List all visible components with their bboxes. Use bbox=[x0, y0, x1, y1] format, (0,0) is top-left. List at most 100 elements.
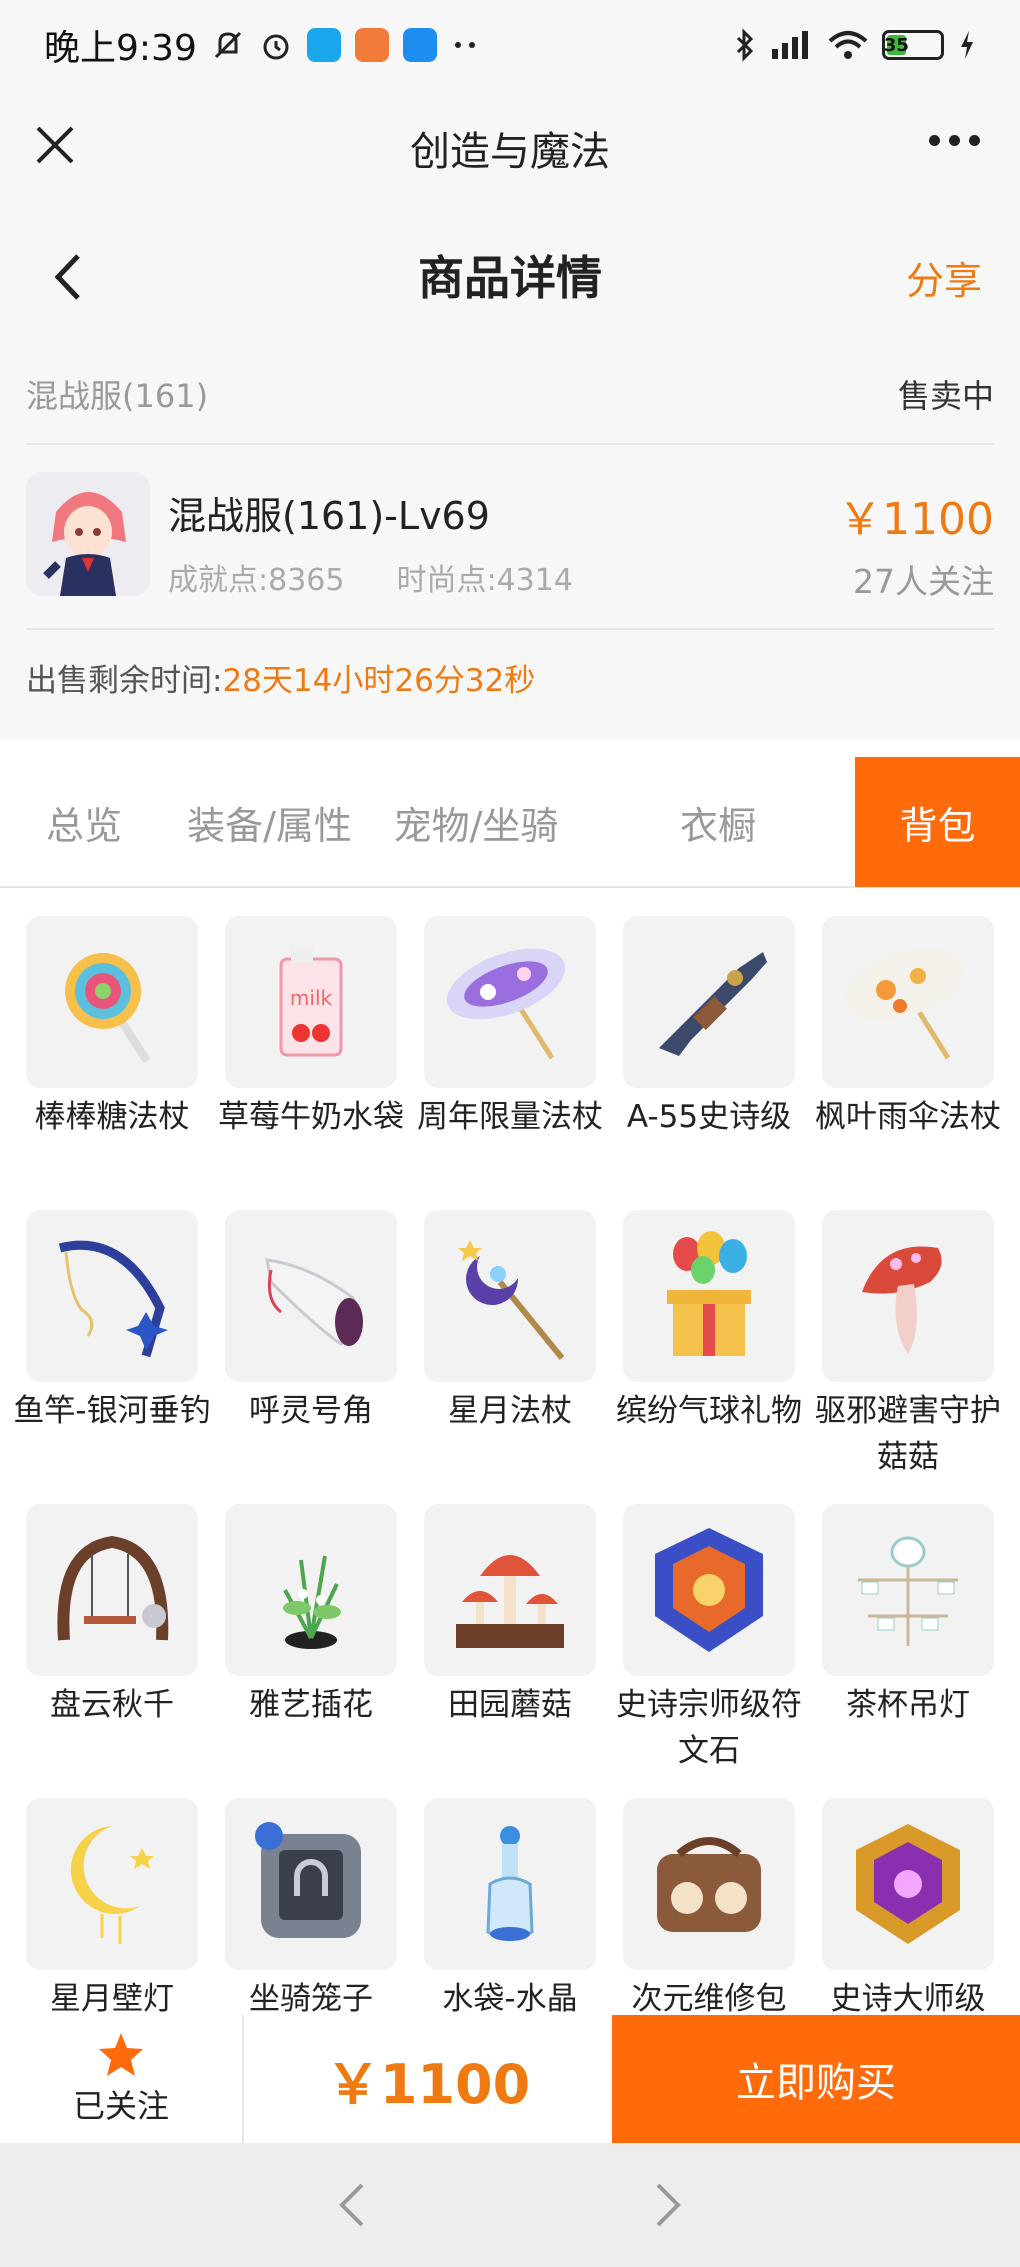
grid-item[interactable]: 棒棒糖法杖 bbox=[26, 916, 198, 1140]
buy-now-button[interactable]: 立即购买 bbox=[612, 2015, 1020, 2143]
item-label: 史诗宗师级符文石 bbox=[616, 1687, 802, 1769]
item-label: 坐骑笼子 bbox=[249, 1981, 373, 2017]
garden-mushroom-icon bbox=[424, 1504, 596, 1676]
bottom-price: ￥1100 bbox=[325, 2052, 531, 2116]
grid-item[interactable]: A-55史诗级 bbox=[623, 916, 795, 1140]
grid-item[interactable]: 次元维修包 bbox=[623, 1798, 795, 2020]
page-title: 商品详情 bbox=[418, 251, 602, 305]
follow-label: 已关注 bbox=[72, 2087, 169, 2125]
grid-item[interactable]: 缤纷气球礼物 bbox=[616, 1210, 802, 1434]
bottom-action-bar: 已关注 ￥1100 立即购买 bbox=[0, 2015, 1020, 2143]
moon-staff-icon bbox=[424, 1210, 596, 1382]
bluetooth-icon bbox=[734, 28, 756, 62]
mute-icon bbox=[211, 28, 245, 62]
backpack-grid: 棒棒糖法杖 milk 草莓牛奶水袋 周年限量法杖 A-55史诗级 枫叶雨伞法杖 … bbox=[0, 890, 1020, 2020]
balloon-gift-icon bbox=[623, 1210, 795, 1382]
battery-indicator: 35 bbox=[882, 30, 944, 60]
follow-button[interactable]: 已关注 bbox=[0, 2015, 244, 2143]
grid-item[interactable]: 坐骑笼子 bbox=[225, 1798, 397, 2020]
charging-icon bbox=[958, 29, 976, 61]
grid-item[interactable]: 驱邪避害守护菇菇 bbox=[815, 1210, 1001, 1480]
strawberry-milk-icon: milk bbox=[225, 916, 397, 1088]
listing-item[interactable]: 混战服(161)-Lv69 成就点:8365 时尚点:4314 ￥1100 27… bbox=[26, 445, 994, 630]
item-price: ￥1100 bbox=[838, 494, 994, 545]
svg-text:milk: milk bbox=[290, 986, 333, 1010]
grid-item[interactable]: milk 草莓牛奶水袋 bbox=[218, 916, 404, 1140]
battery-level: 35 bbox=[883, 34, 909, 56]
tab-equipment[interactable]: 装备/属性 bbox=[168, 757, 371, 887]
item-label: 周年限量法杖 bbox=[417, 1099, 603, 1135]
grid-item[interactable]: 周年限量法杖 bbox=[417, 916, 603, 1140]
rune-stone-icon bbox=[623, 1504, 795, 1676]
grid-item[interactable]: 鱼竿-银河垂钓 bbox=[13, 1210, 211, 1434]
item-label: 茶杯吊灯 bbox=[846, 1687, 970, 1723]
follower-count: 27人关注 bbox=[853, 562, 994, 601]
item-label: 棒棒糖法杖 bbox=[34, 1099, 190, 1135]
grid-item[interactable]: 枫叶雨伞法杖 bbox=[815, 916, 1001, 1140]
tab-backpack[interactable]: 背包 bbox=[855, 757, 1020, 887]
item-label: 鱼竿-银河垂钓 bbox=[13, 1393, 211, 1429]
more-notifications-icon bbox=[451, 40, 481, 50]
item-label: 驱邪避害守护菇菇 bbox=[815, 1393, 1001, 1475]
item-label: 草莓牛奶水袋 bbox=[218, 1099, 404, 1135]
grid-item[interactable]: 雅艺插花 bbox=[225, 1504, 397, 1728]
page-header: 商品详情 分享 bbox=[0, 205, 1020, 345]
tab-overview[interactable]: 总览 bbox=[0, 757, 168, 887]
grid-item[interactable]: 星月法杖 bbox=[424, 1210, 596, 1434]
signal-icon bbox=[770, 29, 814, 61]
server-row: 混战服(161) 售卖中 bbox=[26, 345, 994, 445]
back-icon[interactable] bbox=[48, 250, 88, 305]
grid-item[interactable]: 田园蘑菇 bbox=[424, 1504, 596, 1728]
flower-arrangement-icon bbox=[225, 1504, 397, 1676]
moon-wall-lamp-icon bbox=[26, 1798, 198, 1970]
app-icon bbox=[402, 28, 437, 62]
status-badge: 售卖中 bbox=[897, 377, 994, 415]
maple-umbrella-icon bbox=[822, 916, 994, 1088]
avatar bbox=[26, 472, 150, 596]
item-label: 呼灵号角 bbox=[249, 1393, 373, 1429]
tab-pets-mounts[interactable]: 宠物/坐骑 bbox=[371, 757, 581, 887]
item-label: 水袋-水晶 bbox=[442, 1981, 578, 2017]
grid-item[interactable]: 水袋-水晶 bbox=[424, 1798, 596, 2020]
close-icon[interactable] bbox=[30, 120, 80, 170]
sale-timer: 出售剩余时间:28天14小时26分32秒 bbox=[26, 655, 535, 700]
tab-bar: 总览 装备/属性 宠物/坐骑 衣橱 背包 bbox=[0, 757, 1020, 888]
item-label: 田园蘑菇 bbox=[448, 1687, 572, 1723]
timer-label: 出售剩余时间: bbox=[26, 663, 223, 699]
epic-rune-icon bbox=[822, 1798, 994, 1970]
share-button[interactable]: 分享 bbox=[906, 250, 982, 305]
crystal-flask-icon bbox=[424, 1798, 596, 1970]
lollipop-staff-icon bbox=[26, 916, 198, 1088]
item-label: 雅艺插花 bbox=[249, 1687, 373, 1723]
wifi-icon bbox=[828, 29, 868, 61]
horn-icon bbox=[225, 1210, 397, 1382]
tab-wardrobe[interactable]: 衣橱 bbox=[581, 757, 855, 887]
item-label: 枫叶雨伞法杖 bbox=[815, 1099, 1001, 1135]
item-name: 混战服(161)-Lv69 bbox=[168, 494, 490, 538]
fashion-points: 时尚点:4314 bbox=[396, 563, 573, 598]
alarm-icon bbox=[259, 28, 293, 62]
browser-nav-bar bbox=[0, 2143, 1020, 2267]
app-icon bbox=[306, 28, 341, 62]
fishing-rod-icon bbox=[26, 1210, 198, 1382]
teacup-chandelier-icon bbox=[822, 1504, 994, 1676]
item-label: 盘云秋千 bbox=[50, 1687, 174, 1723]
more-menu-icon[interactable] bbox=[929, 135, 980, 146]
grid-item[interactable]: 星月壁灯 bbox=[26, 1798, 198, 2020]
item-label: 星月法杖 bbox=[448, 1393, 572, 1429]
grid-item[interactable]: 呼灵号角 bbox=[225, 1210, 397, 1434]
achievement-points: 成就点:8365 bbox=[168, 563, 345, 598]
grid-item[interactable]: 茶杯吊灯 bbox=[822, 1504, 994, 1728]
mushroom-guard-icon bbox=[822, 1210, 994, 1382]
timer-value: 28天14小时26分32秒 bbox=[222, 663, 536, 699]
grid-item[interactable]: 盘云秋千 bbox=[26, 1504, 198, 1728]
status-time: 晚上9:39 bbox=[44, 28, 197, 69]
app-icon bbox=[354, 28, 389, 62]
grid-item[interactable]: 史诗宗师级符文石 bbox=[616, 1504, 802, 1774]
star-icon bbox=[99, 2033, 143, 2076]
item-label: 史诗大师级 bbox=[830, 1981, 986, 2017]
nav-back-icon[interactable] bbox=[334, 2179, 370, 2231]
nav-forward-icon[interactable] bbox=[650, 2179, 686, 2231]
grid-item[interactable]: 史诗大师级 bbox=[822, 1798, 994, 2020]
mount-cage-icon bbox=[225, 1798, 397, 1970]
